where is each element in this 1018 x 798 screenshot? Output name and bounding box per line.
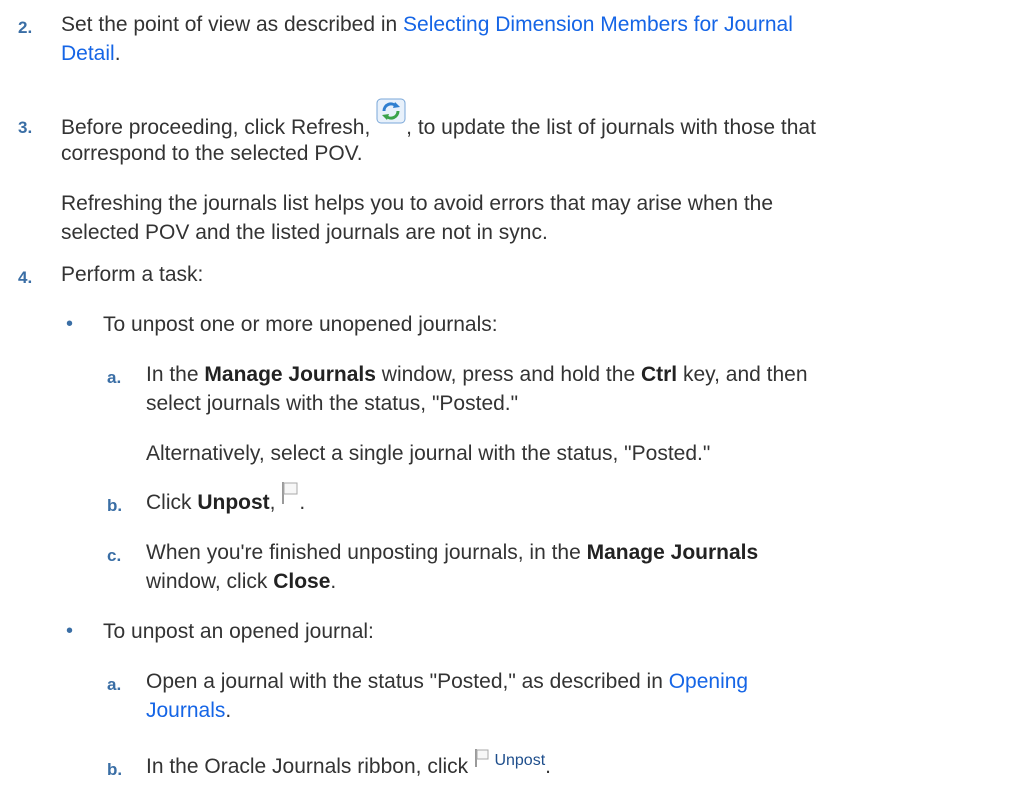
step-2-text-line2: Detail. <box>61 42 121 65</box>
bullet-1-c-label: c. <box>107 546 122 565</box>
step-4-text: Perform a task: <box>61 263 204 286</box>
bullet-1-b-text: Click Unpost, . <box>146 482 305 521</box>
link-opening-journals-cont[interactable]: Journals <box>146 699 225 722</box>
bullet-2-a-text-line2: Journals. <box>146 699 232 722</box>
bullet-1-c-text: When you're finished unposting journals,… <box>146 541 759 564</box>
unpost-ribbon-button: Unpost <box>474 746 545 775</box>
step-2-number: 2. <box>18 18 33 37</box>
link-selecting-dimension-members[interactable]: Selecting Dimension Members for Journal <box>403 13 793 36</box>
bullet-1-c-text-line2: window, click Close. <box>146 570 337 593</box>
bullet-2-mark: • <box>66 620 74 642</box>
bullet-2-a-text: Open a journal with the status "Posted,"… <box>146 670 749 693</box>
bullet-1-mark: • <box>66 313 74 335</box>
link-opening-journals[interactable]: Opening <box>669 670 748 693</box>
bullet-1-a-text: In the Manage Journals window, press and… <box>146 363 808 386</box>
bullet-2-b-text: In the Oracle Journals ribbon, click Unp… <box>146 749 551 783</box>
bullet-2-a-label: a. <box>107 675 122 694</box>
bullet-1-text: To unpost one or more unopened journals: <box>103 313 498 336</box>
unpost-flag-icon <box>281 481 299 513</box>
refresh-icon <box>376 98 406 132</box>
step-3-note-line2: selected POV and the listed journals are… <box>61 221 548 244</box>
step-3-number: 3. <box>18 118 33 137</box>
step-2-text: Set the point of view as described in Se… <box>61 13 793 36</box>
step-3-text-line2: correspond to the selected POV. <box>61 142 363 165</box>
bullet-1-a-alt: Alternatively, select a single journal w… <box>146 442 711 465</box>
bullet-2-b-label: b. <box>107 760 123 779</box>
bullet-1-a-text-line2: select journals with the status, "Posted… <box>146 392 519 415</box>
step-4-number: 4. <box>18 268 33 287</box>
bullet-2-text: To unpost an opened journal: <box>103 620 374 643</box>
unpost-ribbon-label: Unpost <box>494 752 546 769</box>
step-3-note-line1: Refreshing the journals list helps you t… <box>61 192 774 215</box>
bullet-1-b-label: b. <box>107 496 123 515</box>
bullet-1-a-label: a. <box>107 368 122 387</box>
link-selecting-dimension-members-cont[interactable]: Detail <box>61 42 115 65</box>
